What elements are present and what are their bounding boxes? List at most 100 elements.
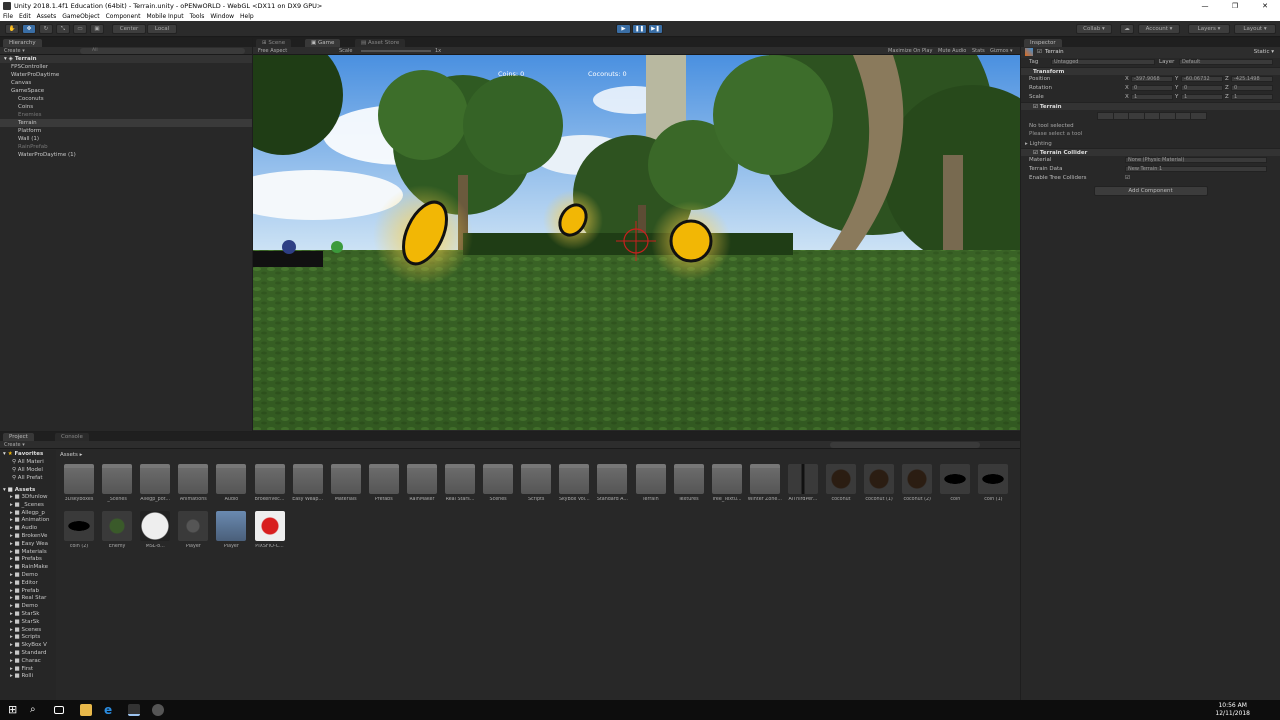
asset-item[interactable]: BrokenVec...: [253, 464, 287, 510]
step-button[interactable]: ▶❚: [648, 24, 663, 34]
hierarchy-item[interactable]: Coins: [0, 103, 252, 111]
mute-audio-toggle[interactable]: Mute Audio: [938, 48, 966, 54]
asset-item[interactable]: Easy Weap...: [291, 464, 325, 510]
hierarchy-item[interactable]: WaterProDaytime: [0, 71, 252, 79]
transform-rotation-value[interactable]: 0: [1131, 85, 1173, 91]
layer-dropdown[interactable]: Default: [1179, 59, 1273, 65]
asset-item[interactable]: Enemy: [100, 511, 134, 557]
unity-taskbar-icon[interactable]: [128, 704, 140, 716]
project-tree-folder[interactable]: ▸ ■ Real Star: [0, 595, 56, 603]
play-button[interactable]: ▶: [616, 24, 631, 34]
lighting-foldout[interactable]: ▸ Lighting: [1021, 140, 1280, 148]
collab-dropdown[interactable]: Collab ▾: [1076, 24, 1112, 34]
project-tree-folder[interactable]: ▸ ■ 3Dfunlow: [0, 494, 56, 502]
layout-dropdown[interactable]: Layout ▾: [1234, 24, 1276, 34]
project-tree-folder[interactable]: ▸ ■ RainMake: [0, 564, 56, 572]
hierarchy-item[interactable]: Platform: [0, 127, 252, 135]
asset-item[interactable]: MSL-8...: [138, 511, 172, 557]
asset-item[interactable]: AIThirdPer...: [786, 464, 820, 510]
hierarchy-item[interactable]: GameSpace: [0, 87, 252, 95]
edge-browser-icon[interactable]: e: [104, 704, 116, 716]
task-view-icon[interactable]: [54, 706, 64, 714]
project-tree-folder[interactable]: ▸ ■ Materials: [0, 549, 56, 557]
project-tree-folder[interactable]: ▸ ■ Scenes: [0, 627, 56, 635]
asset-item[interactable]: Animations: [176, 464, 210, 510]
raise-terrain-icon[interactable]: [1098, 113, 1114, 119]
tag-dropdown[interactable]: Untagged: [1051, 59, 1155, 65]
collider-material-field[interactable]: None (Physic Material): [1125, 157, 1267, 163]
terrain-settings-icon[interactable]: [1191, 113, 1206, 119]
menu-assets[interactable]: Assets: [37, 13, 57, 20]
transform-scale-value[interactable]: 1: [1231, 94, 1273, 100]
paint-height-icon[interactable]: [1114, 113, 1130, 119]
transform-position-value[interactable]: -60.06732: [1181, 76, 1223, 82]
tab-inspector[interactable]: Inspector: [1024, 39, 1062, 47]
menu-file[interactable]: File: [3, 13, 13, 20]
favorite-item[interactable]: ⚲ All Materi: [0, 458, 56, 466]
enable-tree-colliders-checkbox[interactable]: ☑: [1125, 174, 1130, 183]
asset-item[interactable]: Real Stars...: [443, 464, 477, 510]
asset-item[interactable]: SkyBox Vol...: [557, 464, 591, 510]
project-search-input[interactable]: [830, 442, 980, 448]
project-tree-folder[interactable]: ▸ ■ StarSk: [0, 619, 56, 627]
project-tree-folder[interactable]: ▸ ■ _Scenes: [0, 502, 56, 510]
transform-rotation-value[interactable]: 0: [1181, 85, 1223, 91]
asset-item[interactable]: coin (2): [62, 511, 96, 557]
menu-window[interactable]: Window: [210, 13, 234, 20]
gizmos-dropdown[interactable]: Gizmos ▾: [990, 48, 1013, 54]
asset-item[interactable]: Prefabs: [367, 464, 401, 510]
project-tree-folder[interactable]: ▸ ■ Standard: [0, 650, 56, 658]
hierarchy-item[interactable]: Canvas: [0, 79, 252, 87]
static-toggle[interactable]: Static ▾: [1254, 49, 1274, 55]
asset-item[interactable]: Scripts: [519, 464, 553, 510]
hierarchy-item[interactable]: Coconuts: [0, 95, 252, 103]
hierarchy-item[interactable]: Wall (1): [0, 135, 252, 143]
minimize-button[interactable]: —: [1190, 0, 1220, 12]
assets-breadcrumb[interactable]: Assets ▸: [60, 452, 82, 458]
windows-start-icon[interactable]: ⊞: [8, 704, 20, 716]
aspect-dropdown[interactable]: Free Aspect: [258, 48, 287, 54]
active-checkbox[interactable]: ☑: [1037, 49, 1042, 55]
asset-item[interactable]: Materials: [329, 464, 363, 510]
object-name-field[interactable]: Terrain: [1045, 49, 1064, 55]
asset-item[interactable]: Scenes: [481, 464, 515, 510]
hierarchy-item[interactable]: Terrain: [0, 119, 252, 127]
asset-item[interactable]: coconut: [824, 464, 858, 510]
maximize-button[interactable]: ❐: [1220, 0, 1250, 12]
transform-scale-value[interactable]: 1: [1181, 94, 1223, 100]
rotate-tool-button[interactable]: ↻: [39, 24, 53, 34]
asset-item[interactable]: coin (1): [976, 464, 1010, 510]
place-trees-icon[interactable]: [1160, 113, 1176, 119]
assets-root-header[interactable]: ▾ ■ Assets: [0, 486, 56, 494]
favorite-item[interactable]: ⚲ All Prefat: [0, 474, 56, 482]
favorites-header[interactable]: ▾ ★ Favorites: [0, 450, 56, 458]
project-tree-folder[interactable]: ▸ ■ Charac: [0, 658, 56, 666]
project-tree-folder[interactable]: ▸ ■ Demo: [0, 603, 56, 611]
project-tree-folder[interactable]: ▸ ■ StarSk: [0, 611, 56, 619]
paint-texture-icon[interactable]: [1145, 113, 1161, 119]
project-tree-folder[interactable]: ▸ ■ Rolli: [0, 673, 56, 681]
transform-scale-value[interactable]: 1: [1131, 94, 1173, 100]
asset-item[interactable]: Allegp_pot...: [138, 464, 172, 510]
asset-item[interactable]: RainMaker: [405, 464, 439, 510]
stats-toggle[interactable]: Stats: [972, 48, 985, 54]
asset-item[interactable]: Audio: [214, 464, 248, 510]
menu-tools[interactable]: Tools: [190, 13, 205, 20]
cloud-icon[interactable]: ☁: [1120, 24, 1134, 34]
space-toggle[interactable]: Local: [147, 24, 177, 34]
project-tree-folder[interactable]: ▸ ■ First: [0, 666, 56, 674]
terrain-component-header[interactable]: ☑ Terrain: [1021, 102, 1280, 110]
terrain-tool-buttons[interactable]: [1097, 112, 1207, 120]
asset-item[interactable]: Textures: [672, 464, 706, 510]
menu-gameobject[interactable]: GameObject: [62, 13, 99, 20]
project-tree-folder[interactable]: ▸ ■ Editor: [0, 580, 56, 588]
hierarchy-search-input[interactable]: All: [80, 48, 245, 54]
menu-mobile-input[interactable]: Mobile Input: [146, 13, 183, 20]
scene-root-row[interactable]: ▾ ◈ Terrain: [0, 55, 252, 63]
transform-tool-button[interactable]: ▣: [90, 24, 104, 34]
pivot-toggle[interactable]: Center: [112, 24, 146, 34]
project-tree-folder[interactable]: ▸ ■ Allegp_p: [0, 510, 56, 518]
hand-tool-button[interactable]: ✋: [5, 24, 19, 34]
pause-button[interactable]: ❚❚: [632, 24, 647, 34]
tab-scene[interactable]: ⊞ Scene: [256, 39, 292, 47]
